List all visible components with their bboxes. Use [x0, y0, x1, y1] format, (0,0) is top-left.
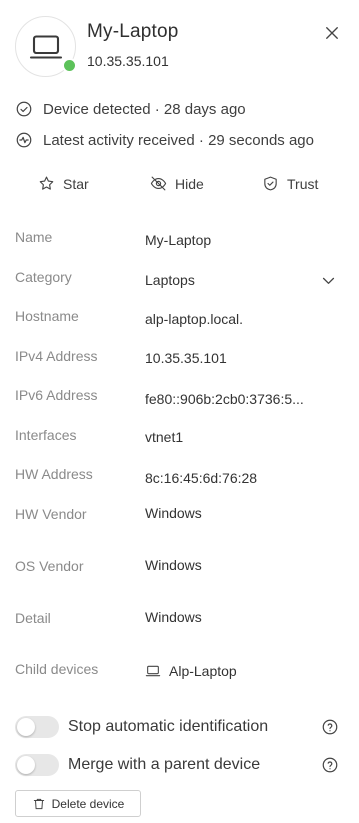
name-value[interactable]: My-Laptop [145, 232, 211, 248]
device-detected-text: Device detected · 28 days ago [43, 100, 246, 118]
ipv4-label: IPv4 Address [15, 348, 98, 364]
merge-parent-toggle[interactable] [15, 754, 59, 776]
latest-activity-text: Latest activity received · 29 seconds ag… [43, 131, 314, 149]
ipv6-value: fe80::906b:2cb0:3736:5... [145, 391, 304, 407]
star-button[interactable]: Star [38, 175, 89, 192]
delete-device-label: Delete device [51, 796, 125, 811]
ipv4-value: 10.35.35.101 [145, 350, 227, 366]
laptop-icon [29, 34, 62, 59]
chevron-down-icon[interactable] [320, 272, 337, 289]
help-circle-icon[interactable] [321, 718, 339, 736]
trash-icon [33, 798, 44, 809]
hostname-label: Hostname [15, 308, 79, 324]
device-actions: Star Hide Trust [0, 175, 359, 197]
stop-identification-toggle[interactable] [15, 716, 59, 738]
star-label: Star [63, 175, 89, 192]
name-label: Name [15, 229, 53, 245]
device-detected-row: Device detected · 28 days ago [15, 99, 246, 119]
shield-check-icon [264, 176, 277, 191]
star-icon [39, 176, 54, 190]
hw-address-value: 8c:16:45:6d:76:28 [145, 470, 258, 486]
hide-button[interactable]: Hide [150, 175, 204, 192]
merge-parent-label: Merge with a parent device [68, 756, 261, 773]
latest-activity-row: Latest activity received · 29 seconds ag… [15, 130, 314, 150]
hide-label: Hide [175, 175, 204, 192]
child-devices-label: Child devices [15, 661, 99, 677]
detail-value: Windows [145, 609, 202, 625]
stop-identification-label: Stop automatic identification [68, 718, 269, 735]
os-vendor-value: Windows [145, 557, 202, 573]
detail-label: Detail [15, 610, 51, 626]
hw-address-label: HW Address [15, 466, 93, 482]
help-circle-icon[interactable] [321, 756, 339, 774]
device-ip: 10.35.35.101 [87, 53, 169, 69]
hw-vendor-label: HW Vendor [15, 506, 87, 522]
interfaces-value: vtnet1 [145, 429, 184, 445]
delete-device-button[interactable]: Delete device [15, 790, 141, 817]
interfaces-label: Interfaces [15, 427, 77, 443]
child-device-name: Alp-Laptop [169, 663, 237, 679]
online-status-dot [62, 58, 77, 73]
laptop-icon [145, 665, 161, 677]
trust-label: Trust [287, 175, 319, 192]
device-title: My-Laptop [87, 21, 179, 42]
child-device-link[interactable]: Alp-Laptop [145, 663, 237, 679]
hostname-value: alp-laptop.local. [145, 311, 244, 327]
device-header: My-Laptop 10.35.35.101 [15, 16, 345, 78]
ipv6-label: IPv6 Address [15, 387, 98, 403]
category-value[interactable]: Laptops [145, 272, 195, 288]
os-vendor-label: OS Vendor [15, 558, 84, 574]
eye-off-icon [150, 176, 167, 191]
activity-icon [16, 132, 32, 148]
hw-vendor-value: Windows [145, 505, 202, 521]
check-circle-icon [16, 101, 32, 117]
stop-identification-row: Stop automatic identification [15, 716, 339, 738]
category-label: Category [15, 269, 72, 285]
merge-parent-row: Merge with a parent device [15, 754, 339, 776]
close-icon[interactable] [323, 24, 341, 42]
trust-button[interactable]: Trust [262, 175, 318, 192]
